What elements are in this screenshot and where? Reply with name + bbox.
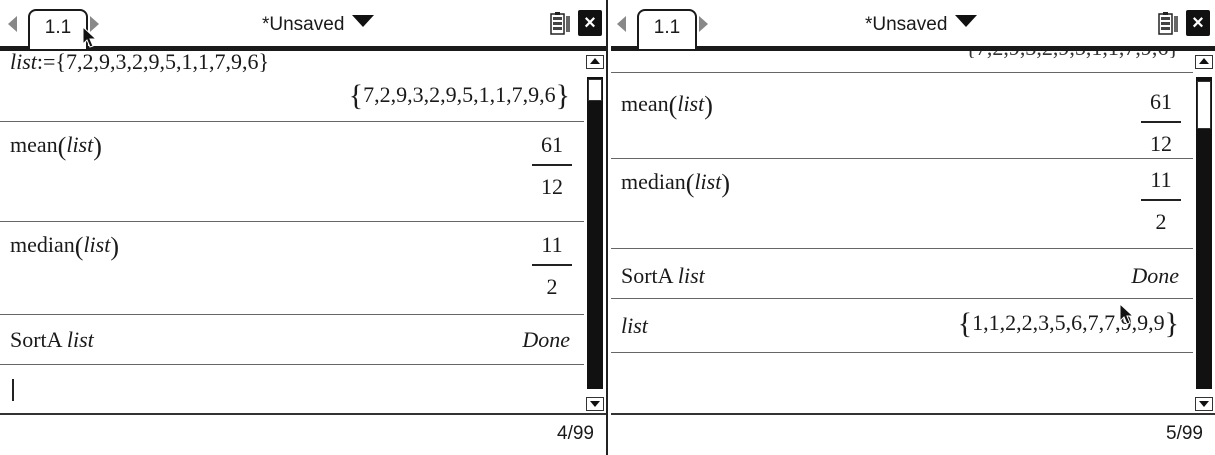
battery-icon: [550, 12, 570, 35]
tab-1-1[interactable]: 1.1: [637, 9, 697, 49]
function-arg: list: [694, 169, 722, 194]
title-bar: 1.1 *Unsaved ×: [611, 0, 1215, 51]
caret-down-icon[interactable]: [955, 15, 978, 27]
history-area[interactable]: {7,2,9,3,2,9,5,1,1,7,9,6} mean(list) 61 …: [611, 51, 1193, 413]
fraction-numerator: 61: [541, 132, 563, 157]
mouse-pointer-icon: [82, 26, 98, 48]
fraction-bar: [532, 264, 572, 266]
triangle-left-icon[interactable]: [8, 16, 17, 32]
triangle-right-icon[interactable]: [699, 16, 708, 32]
entry-output-partial: {7,2,9,3,2,9,5,1,1,7,9,6}: [965, 51, 1179, 61]
fraction-numerator: 11: [1150, 167, 1172, 192]
right-calculator-panel: 1.1 *Unsaved × {7,2,9,3,2,9,5,1,1,7,9,6}…: [611, 0, 1215, 455]
fraction-denominator: 12: [1150, 131, 1172, 156]
page-count: 4/99: [557, 423, 594, 444]
function-arg: list: [83, 232, 111, 257]
status-bar: 5/99: [611, 413, 1215, 455]
triangle-left-icon[interactable]: [617, 16, 626, 32]
document-title[interactable]: *Unsaved: [865, 14, 978, 36]
document-title-label: *Unsaved: [262, 14, 345, 35]
history-entry[interactable]: list:={7,2,9,3,2,9,5,1,1,7,9,6} {7,2,9,3…: [0, 51, 584, 122]
history-entry[interactable]: list {1,1,2,2,3,5,6,7,7,9,9,9}: [611, 299, 1193, 353]
fraction-denominator: 12: [541, 174, 563, 199]
entry-input: median(list): [621, 169, 731, 198]
fraction-output: 61 12: [1141, 87, 1181, 159]
function-name: median: [10, 232, 75, 257]
history-entry[interactable]: {7,2,9,3,2,9,5,1,1,7,9,6}: [611, 51, 1193, 73]
fraction-denominator: 2: [1155, 209, 1167, 234]
history-entry[interactable]: mean(list) 61 12: [611, 73, 1193, 159]
function-arg: list: [677, 91, 705, 116]
entry-result: Done: [522, 327, 570, 352]
function-name: mean: [10, 132, 58, 157]
entry-line[interactable]: [0, 365, 584, 413]
function-arg: list: [66, 132, 94, 157]
command-arg: list: [677, 263, 705, 288]
page-count: 5/99: [1166, 423, 1203, 444]
fraction-bar: [1141, 199, 1181, 201]
vertical-scrollbar[interactable]: [1193, 51, 1215, 413]
close-icon[interactable]: ×: [1186, 10, 1210, 36]
entry-input: median(list): [10, 232, 120, 261]
history-entry[interactable]: median(list) 11 2: [611, 159, 1193, 249]
entry-input: list: [621, 313, 648, 338]
mouse-pointer-icon: [1119, 303, 1135, 325]
fraction-output: 11 2: [532, 230, 572, 302]
fraction-numerator: 11: [541, 232, 563, 257]
entry-input: SortA list: [10, 327, 94, 353]
history-entry[interactable]: SortA list Done: [0, 315, 584, 365]
command-arg: list: [66, 327, 94, 352]
close-icon[interactable]: ×: [578, 10, 602, 36]
history-area[interactable]: list:={7,2,9,3,2,9,5,1,1,7,9,6} {7,2,9,3…: [0, 51, 584, 413]
scroll-track[interactable]: [587, 77, 603, 389]
entry-line[interactable]: [611, 353, 1193, 413]
history-entry[interactable]: SortA list Done: [611, 249, 1193, 299]
scroll-thumb[interactable]: [588, 79, 602, 101]
var-name: list: [10, 51, 37, 74]
fraction-bar: [532, 164, 572, 166]
history-entry[interactable]: mean(list) 61 12: [0, 122, 584, 222]
function-name: mean: [621, 91, 669, 116]
status-bar: 4/99: [0, 413, 606, 455]
fraction-denominator: 2: [546, 274, 558, 299]
history-entry[interactable]: median(list) 11 2: [0, 222, 584, 315]
left-calculator-panel: 1.1 *Unsaved × list:={7,2,9,3,2,9,5,1,1,…: [0, 0, 608, 455]
entry-output: {7,2,9,3,2,9,5,1,1,7,9,6}: [348, 79, 570, 112]
function-name: median: [621, 169, 686, 194]
scroll-thumb[interactable]: [1197, 81, 1211, 129]
vertical-scrollbar[interactable]: [584, 51, 606, 413]
entry-input: mean(list): [10, 132, 102, 161]
arrow-down-icon[interactable]: [586, 397, 604, 411]
battery-icon: [1158, 12, 1178, 35]
document-title-label: *Unsaved: [865, 14, 948, 35]
sorted-list-output: 1,1,2,2,3,5,6,7,7,9,9,9: [972, 310, 1165, 335]
arrow-down-icon[interactable]: [1195, 397, 1213, 411]
text-cursor: [12, 379, 14, 401]
fraction-numerator: 61: [1150, 89, 1172, 114]
entry-input: SortA list: [621, 263, 705, 289]
caret-down-icon[interactable]: [352, 15, 375, 27]
fraction-bar: [1141, 121, 1181, 123]
list-output: 7,2,9,3,2,9,5,1,1,7,9,6: [363, 82, 556, 107]
entry-input: list:={7,2,9,3,2,9,5,1,1,7,9,6}: [10, 51, 269, 75]
arrow-up-icon[interactable]: [1195, 55, 1213, 69]
entry-output: {1,1,2,2,3,5,6,7,7,9,9,9}: [957, 307, 1179, 340]
fraction-output: 61 12: [532, 130, 572, 202]
assignment-text: :={7,2,9,3,2,9,5,1,1,7,9,6}: [36, 51, 270, 74]
arrow-up-icon[interactable]: [586, 55, 604, 69]
fraction-output: 11 2: [1141, 165, 1181, 237]
command-name: SortA: [621, 263, 673, 288]
entry-input: mean(list): [621, 91, 713, 120]
entry-result: Done: [1131, 263, 1179, 288]
document-title[interactable]: *Unsaved: [262, 14, 375, 36]
command-name: SortA: [10, 327, 62, 352]
tab-1-1[interactable]: 1.1: [28, 9, 88, 49]
